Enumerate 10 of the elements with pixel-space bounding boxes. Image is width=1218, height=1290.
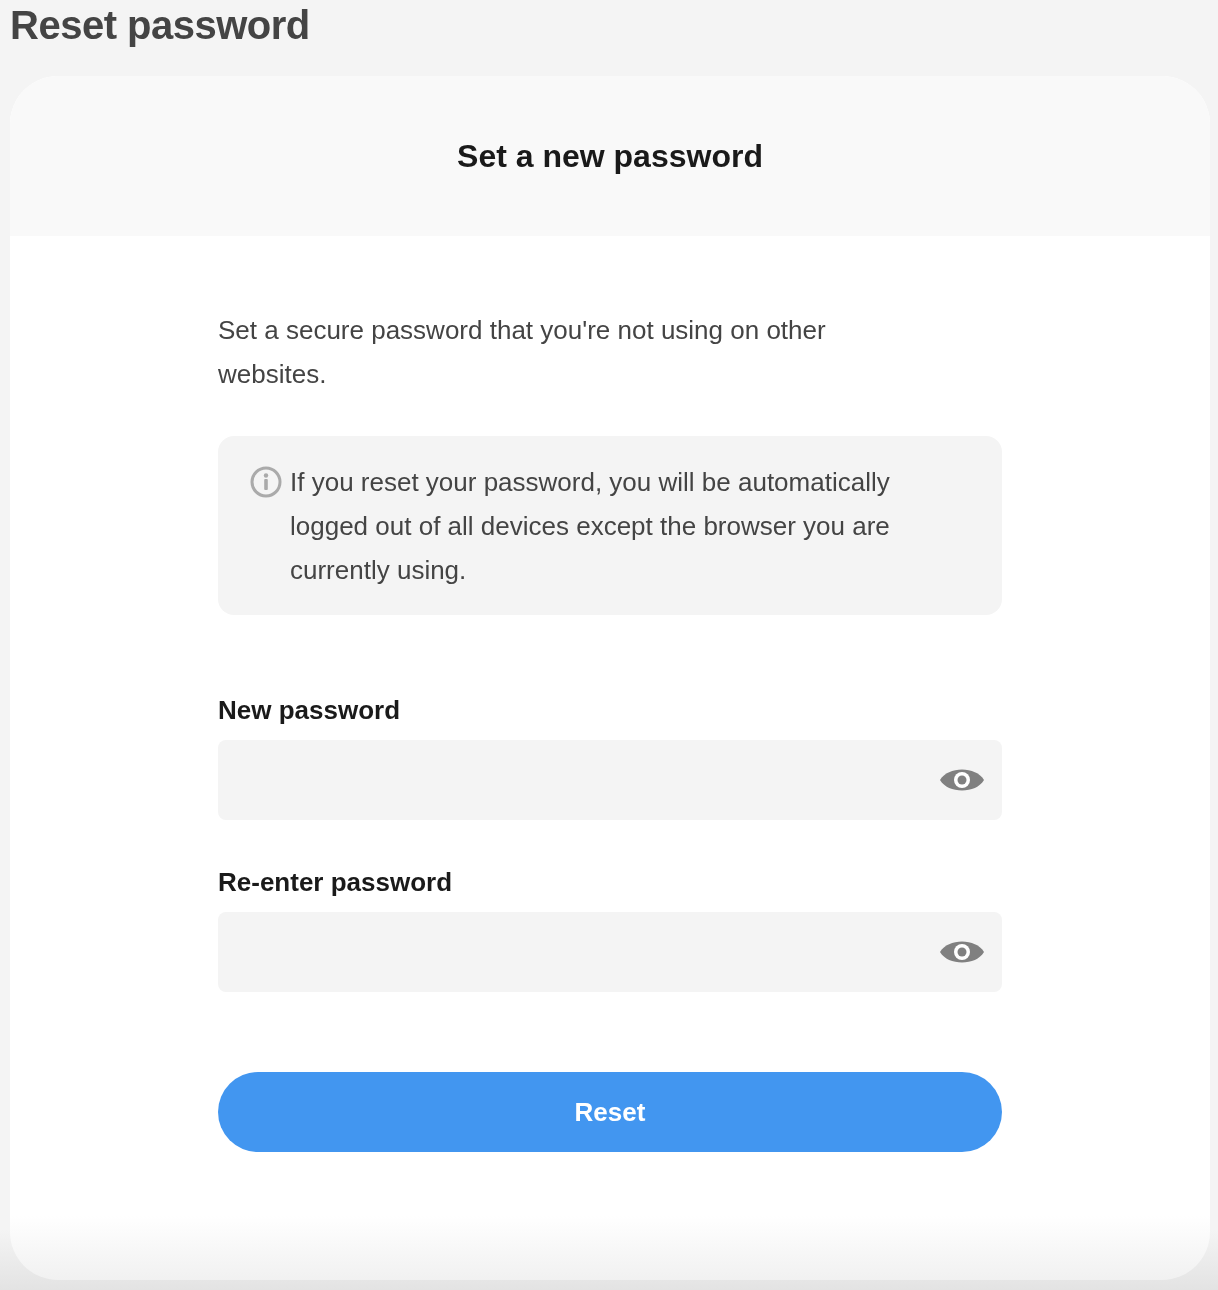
password-field[interactable] — [218, 912, 1002, 992]
reset-button[interactable]: Reset — [218, 1072, 1002, 1152]
field-label: Re-enter password — [218, 866, 453, 899]
notice-text: If you reset your password, you will be automatically logged out of all devices except the browser you are currently using. — [290, 466, 891, 587]
field-label: New password — [218, 694, 401, 727]
description-text: Set a secure password that you're not using on other websites. — [218, 314, 827, 391]
password-field[interactable] — [218, 740, 1002, 820]
page-title: Reset password — [10, 2, 310, 49]
info-icon — [250, 466, 282, 498]
card-heading: Set a new password — [457, 137, 763, 176]
